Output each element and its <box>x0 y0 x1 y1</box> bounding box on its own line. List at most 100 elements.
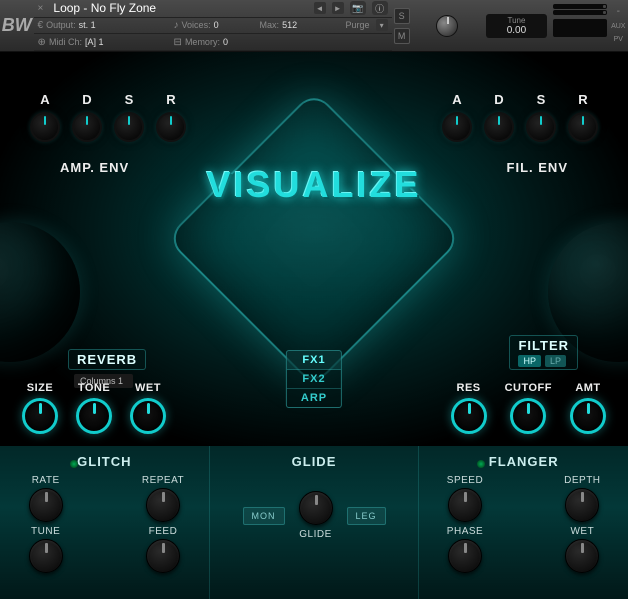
aux-column: - AUX PV <box>609 0 628 51</box>
fx-panel: GLITCH RATE REPEAT TUNE FEED GLIDE MON G… <box>0 446 628 599</box>
arp-tab[interactable]: ARP <box>287 389 341 407</box>
filter-knob-row: RES CUTOFF AMT <box>451 382 606 434</box>
flanger-depth-label: DEPTH <box>564 475 600 486</box>
flanger-wet-knob[interactable] <box>565 539 599 573</box>
instrument-title: VISUALIZE <box>206 164 421 206</box>
prev-preset-button[interactable]: ◄ <box>314 2 326 14</box>
brand-logo: BW <box>0 0 34 51</box>
flanger-phase-label: PHASE <box>447 526 483 537</box>
amp-release-knob[interactable]: R <box>156 112 186 142</box>
amp-sustain-knob[interactable]: S <box>114 112 144 142</box>
amp-adsr-row: A D S R <box>30 112 186 142</box>
tune-column <box>412 0 483 51</box>
pv-button[interactable]: PV <box>614 36 623 43</box>
tune-value[interactable]: 0.00 <box>507 25 526 36</box>
flanger-wet-label: WET <box>570 526 594 537</box>
fil-attack-knob[interactable]: A <box>442 112 472 142</box>
glitch-feed-knob[interactable] <box>146 539 180 573</box>
fil-env-label: FIL. ENV <box>507 160 568 175</box>
voices-label: Voices: <box>182 20 211 30</box>
solo-button[interactable]: S <box>394 8 410 24</box>
glitch-enable-led[interactable] <box>70 460 78 468</box>
midi-value[interactable]: [A] 1 <box>85 37 104 47</box>
flanger-speed-label: SPEED <box>447 475 483 486</box>
minimize-button[interactable]: - <box>617 6 620 17</box>
tune-knob[interactable] <box>436 15 458 37</box>
glide-title: GLIDE <box>292 454 337 469</box>
voices-value: 0 <box>214 20 219 30</box>
meter-r <box>553 10 607 15</box>
glitch-tune-knob[interactable] <box>29 539 63 573</box>
reverb-size-knob[interactable] <box>22 398 58 434</box>
filter-section-header: FILTER HP LP <box>509 335 578 370</box>
amp-env-label: AMP. ENV <box>60 160 129 175</box>
flanger-depth-knob[interactable] <box>565 488 599 522</box>
reverb-tone-knob[interactable] <box>76 398 112 434</box>
next-preset-button[interactable]: ► <box>332 2 344 14</box>
reverb-title: REVERB <box>77 352 137 367</box>
memory-value: 0 <box>223 37 228 47</box>
preset-name[interactable]: Loop - No Fly Zone <box>49 1 307 15</box>
reverb-section-header: REVERB <box>68 349 146 370</box>
res-label: RES <box>457 382 481 394</box>
size-label: SIZE <box>27 382 53 394</box>
amp-decay-knob[interactable]: D <box>72 112 102 142</box>
midi-label: Midi Ch: <box>49 37 82 47</box>
fx-tab-group: FX1 FX2 ARP <box>286 350 342 408</box>
fil-sustain-knob[interactable]: S <box>526 112 556 142</box>
reverb-wet-knob[interactable] <box>130 398 166 434</box>
fil-adsr-row: A D S R <box>442 112 598 142</box>
glide-legato-button[interactable]: LEG <box>347 507 386 525</box>
info-button[interactable]: ⓘ <box>372 1 388 15</box>
glitch-tune-label: TUNE <box>31 526 60 537</box>
fx1-tab[interactable]: FX1 <box>287 351 341 370</box>
glitch-feed-label: FEED <box>149 526 178 537</box>
level-meters <box>551 0 609 51</box>
filter-lp-button[interactable]: LP <box>545 355 566 367</box>
memory-label: Memory: <box>185 37 220 47</box>
mute-button[interactable]: M <box>394 28 410 44</box>
amp-attack-knob[interactable]: A <box>30 112 60 142</box>
flanger-enable-led[interactable] <box>477 460 485 468</box>
filter-res-knob[interactable] <box>451 398 487 434</box>
volume-slider[interactable] <box>553 19 607 37</box>
glitch-repeat-label: REPEAT <box>142 475 184 486</box>
fil-decay-knob[interactable]: D <box>484 112 514 142</box>
cutoff-label: CUTOFF <box>505 382 552 394</box>
glitch-rate-knob[interactable] <box>29 488 63 522</box>
fil-release-knob[interactable]: R <box>568 112 598 142</box>
fx2-tab[interactable]: FX2 <box>287 370 341 389</box>
purge-button[interactable]: Purge <box>346 20 370 30</box>
tone-label: TONE <box>78 382 110 394</box>
purge-menu[interactable]: ▾ <box>376 19 388 31</box>
glide-knob-label: GLIDE <box>299 529 332 540</box>
solo-mute-column: S M <box>392 0 412 51</box>
instrument-header: BW × Loop - No Fly Zone ◄ ► 📷 ⓘ € Output… <box>0 0 628 52</box>
wet-label: WET <box>135 382 161 394</box>
glide-section: GLIDE MON GLIDE LEG <box>210 446 420 599</box>
snapshot-button[interactable]: 📷 <box>350 1 366 15</box>
output-value[interactable]: st. 1 <box>79 20 96 30</box>
glide-mono-button[interactable]: MON <box>243 507 285 525</box>
voices-max-label: Max: <box>260 20 280 30</box>
filter-hp-button[interactable]: HP <box>518 355 541 367</box>
main-panel: VISUALIZE A D S R A D S R AMP. ENV FIL. … <box>0 52 628 446</box>
filter-amt-knob[interactable] <box>570 398 606 434</box>
bg-crystal <box>166 90 463 387</box>
filter-title: FILTER <box>518 338 569 353</box>
flanger-speed-knob[interactable] <box>448 488 482 522</box>
aux-button[interactable]: AUX <box>611 23 625 30</box>
flanger-section: FLANGER SPEED DEPTH PHASE WET <box>419 446 628 599</box>
output-label: Output: <box>46 20 76 30</box>
flanger-phase-knob[interactable] <box>448 539 482 573</box>
reverb-knob-row: SIZE TONE WET <box>22 382 166 434</box>
glide-knob[interactable] <box>299 491 333 525</box>
filter-cutoff-knob[interactable] <box>510 398 546 434</box>
voices-max-value[interactable]: 512 <box>282 20 297 30</box>
tune-label: Tune <box>507 16 525 25</box>
bg-orb-left <box>0 222 80 362</box>
meter-l <box>553 4 607 9</box>
glitch-title: GLITCH <box>77 454 131 469</box>
header-controls: × Loop - No Fly Zone ◄ ► 📷 ⓘ € Output: s… <box>34 0 392 51</box>
glitch-repeat-knob[interactable] <box>146 488 180 522</box>
